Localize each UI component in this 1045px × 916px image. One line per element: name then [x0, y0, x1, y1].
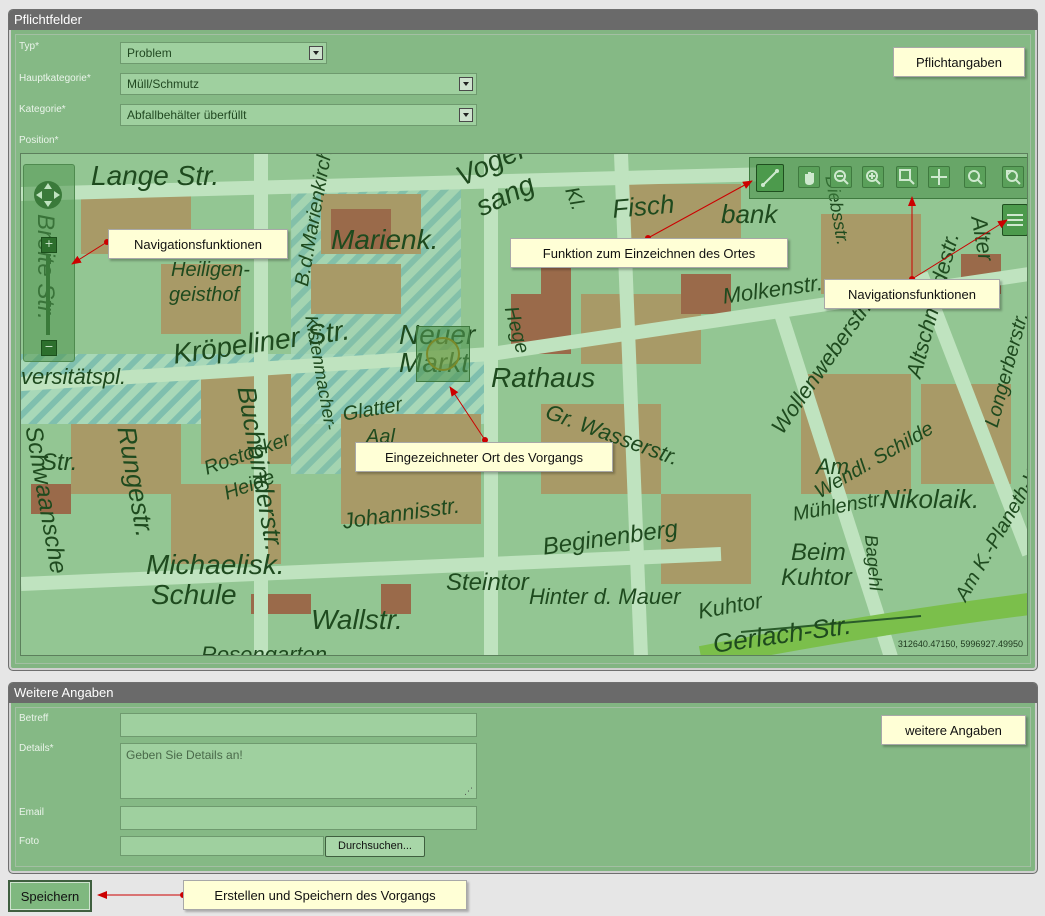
map-coordinates: 312640.47150, 5996927.49950 [897, 639, 1023, 649]
hauptkategorie-select-value: Müll/Schmutz [127, 77, 200, 91]
map-street-label: Rathaus [491, 362, 596, 393]
map-street-label: Str. [41, 449, 78, 476]
browse-button[interactable]: Durchsuchen... [325, 836, 425, 857]
map-street-label: Michaelisk. [146, 549, 285, 580]
hauptkategorie-select[interactable]: Müll/Schmutz [120, 73, 477, 95]
chevron-down-icon[interactable] [309, 46, 323, 60]
details-placeholder: Geben Sie Details an! [126, 748, 243, 762]
betreff-input[interactable] [120, 713, 477, 737]
map-street-label: Lange Str. [91, 160, 220, 191]
map-nav-panel[interactable]: + − [23, 164, 75, 362]
zoom-box-icon[interactable] [896, 166, 918, 188]
email-input[interactable] [120, 806, 477, 830]
map-street-label: Marienk. [331, 224, 439, 255]
chevron-down-icon[interactable] [459, 77, 473, 91]
annotation-nav-right: Navigationsfunktionen [824, 279, 1000, 309]
map-street-label: geisthof [169, 284, 240, 306]
annotation-save: Erstellen und Speichern des Vorgangs [183, 880, 467, 910]
annotation-draw: Funktion zum Einzeichnen des Ortes [510, 238, 788, 268]
pflichtfelder-header: Pflichtfelder [9, 10, 1037, 30]
map-street-label: Hinter d. Mauer [529, 584, 681, 609]
annotation-nav-left: Navigationsfunktionen [108, 229, 288, 259]
pan-control-icon[interactable] [32, 179, 64, 211]
position-label: Position* [19, 135, 59, 146]
chevron-down-icon[interactable] [459, 108, 473, 122]
draw-icon[interactable] [756, 164, 784, 192]
map-street-label: Schule [151, 579, 237, 610]
typ-select-value: Problem [127, 46, 172, 60]
incident-marker[interactable] [416, 326, 470, 382]
save-button[interactable]: Speichern [8, 880, 92, 912]
hauptkategorie-label: Hauptkategorie* [19, 73, 91, 84]
map-street-label: Fisch [611, 188, 676, 224]
typ-label: Typ* [19, 41, 40, 52]
kategorie-select-value: Abfallbehälter überfüllt [127, 108, 247, 122]
map-toolbar [749, 157, 1027, 199]
map-street-label: versitätspl. [21, 364, 127, 389]
map-street-label: Heiligen- [171, 259, 250, 281]
foto-file-input[interactable] [120, 836, 324, 856]
move-icon[interactable] [928, 166, 950, 188]
email-label: Email [19, 807, 45, 818]
weitere-angaben-note: weitere Angaben [881, 715, 1026, 745]
typ-select[interactable]: Problem [120, 42, 327, 64]
pflichtangaben-note: Pflichtangaben [893, 47, 1025, 77]
map-street-label: Beim [791, 539, 846, 566]
layer-switcher-icon[interactable] [1002, 204, 1027, 236]
resize-handle-icon[interactable]: ⋰ [464, 786, 473, 797]
zoom-slider[interactable] [46, 255, 50, 335]
map-street-label: Rosengarten [201, 642, 327, 656]
map-street-label: Steintor [446, 569, 529, 596]
zoom-extent-icon[interactable] [964, 166, 986, 188]
zoom-in-icon[interactable] [862, 166, 884, 188]
zoom-in-icon[interactable]: + [41, 237, 57, 253]
kategorie-select[interactable]: Abfallbehälter überfüllt [120, 104, 477, 126]
annotation-marker: Eingezeichneter Ort des Vorgangs [355, 442, 613, 472]
map-street-label: Kuhtor [781, 564, 852, 591]
map-street-label: bank [721, 199, 778, 229]
pan-icon[interactable] [798, 166, 820, 188]
map-street-label: Wallstr. [311, 604, 403, 635]
details-textarea[interactable]: Geben Sie Details an! ⋰ [120, 743, 477, 799]
kategorie-label: Kategorie* [19, 104, 66, 115]
weitere-angaben-header: Weitere Angaben [9, 683, 1037, 703]
zoom-out-icon[interactable] [830, 166, 852, 188]
betreff-label: Betreff [19, 713, 49, 724]
zoom-out-icon[interactable]: − [41, 340, 57, 356]
map-street-label: Nikolaik. [881, 484, 980, 514]
foto-label: Foto [19, 836, 40, 847]
details-label: Details* [19, 743, 54, 754]
zoom-previous-icon[interactable] [1002, 166, 1024, 188]
